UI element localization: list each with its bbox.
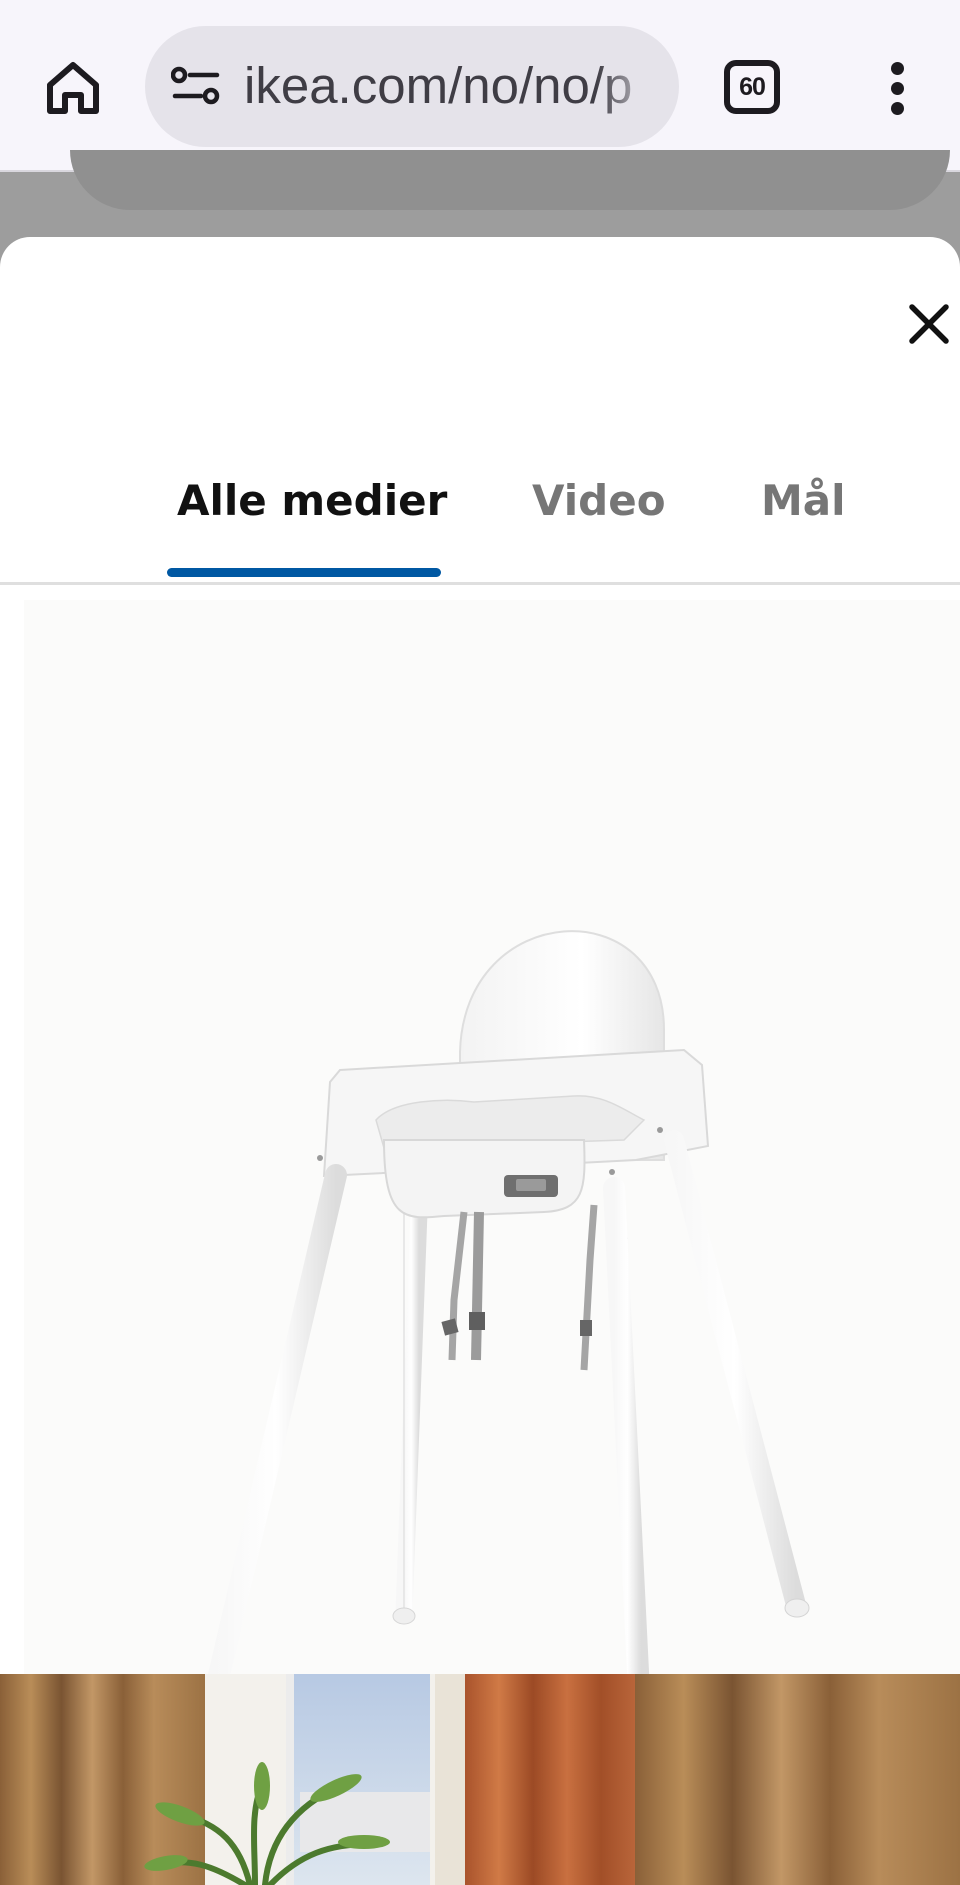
- product-image-high-chair[interactable]: [24, 600, 960, 1810]
- tab-dimensions[interactable]: Mål: [761, 471, 846, 531]
- site-settings-icon[interactable]: [171, 66, 221, 106]
- room-window-curtains-photo: [0, 1674, 960, 1885]
- media-modal: Alle medier Video Mål: [0, 237, 960, 1885]
- tab-switcher-button[interactable]: 60: [724, 60, 780, 114]
- dimmed-page-background: [70, 150, 950, 210]
- more-menu-button[interactable]: [880, 58, 916, 118]
- tab-divider: [0, 582, 960, 585]
- more-vert-icon-dot: [891, 82, 904, 95]
- home-button[interactable]: [40, 54, 106, 120]
- tab-video[interactable]: Video: [532, 471, 666, 531]
- more-vert-icon-dot: [891, 102, 904, 115]
- active-tab-indicator: [167, 568, 441, 577]
- browser-toolbar: ikea.com/no/no/p 60: [0, 0, 960, 172]
- address-bar[interactable]: ikea.com/no/no/p: [145, 26, 679, 147]
- close-icon: [909, 304, 949, 344]
- url-text[interactable]: ikea.com/no/no/p: [244, 54, 659, 118]
- home-icon: [47, 62, 99, 114]
- close-button[interactable]: [902, 297, 956, 351]
- lifestyle-image-room[interactable]: [0, 1674, 960, 1885]
- tab-count: 60: [739, 72, 766, 101]
- high-chair-illustration: [202, 930, 810, 1747]
- tab-all-media[interactable]: Alle medier: [177, 471, 447, 531]
- more-vert-icon: [891, 62, 904, 75]
